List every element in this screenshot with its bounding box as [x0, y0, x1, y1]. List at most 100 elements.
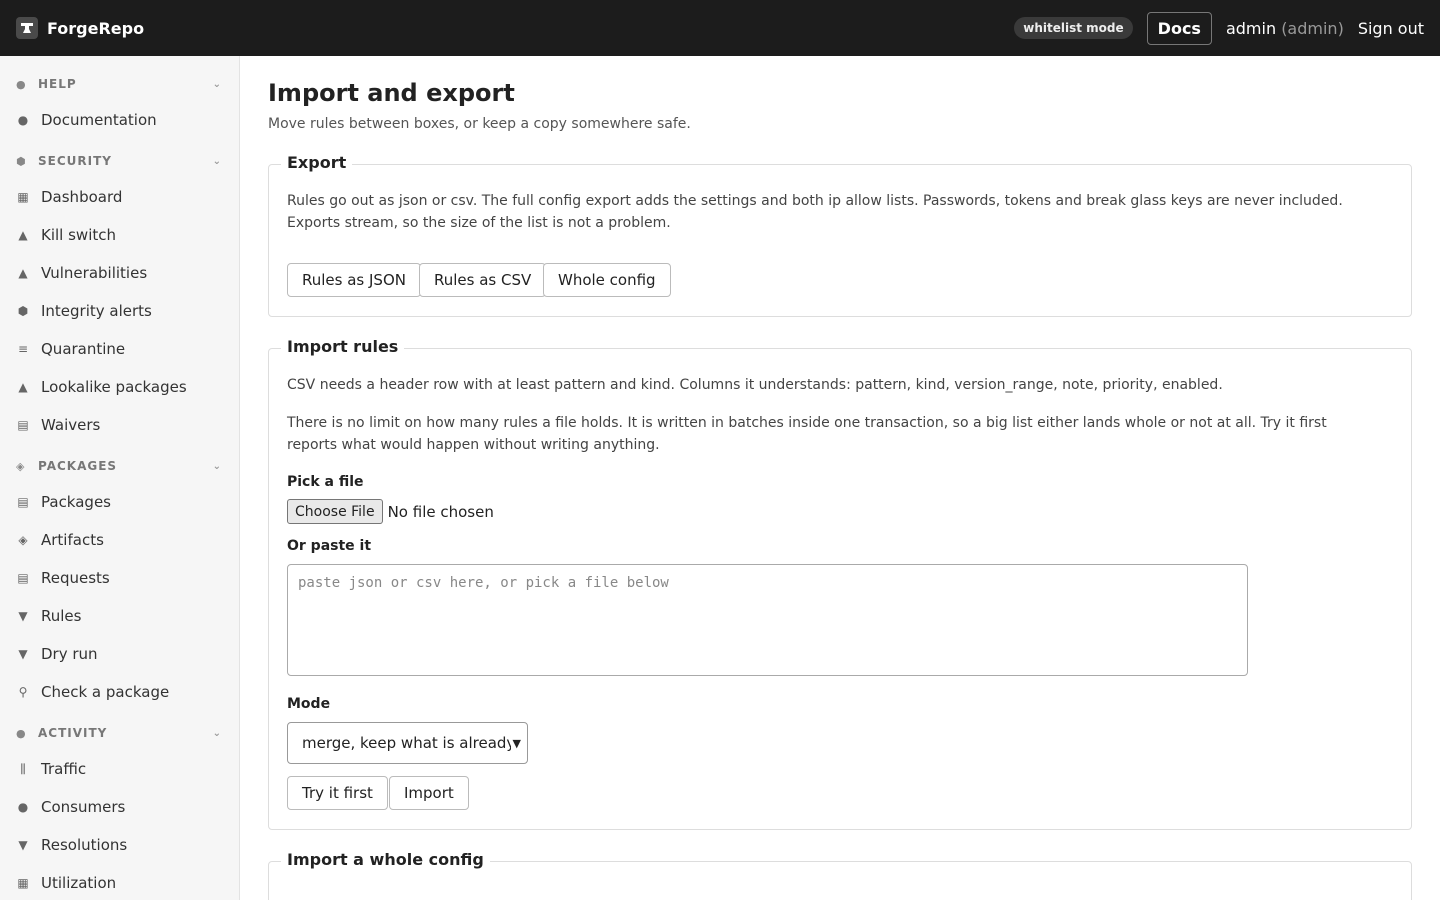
- sidebar-item-integrity-alerts[interactable]: ⬢ Integrity alerts: [16, 298, 224, 324]
- bars-icon: ⫼: [20, 761, 26, 776]
- sidebar-item-label: Packages: [41, 493, 111, 511]
- sidebar-item-packages[interactable]: ▤ Packages: [16, 489, 224, 515]
- warning-icon: ▲: [18, 228, 28, 242]
- app-name: ForgeRepo: [47, 18, 145, 38]
- user-name: admin: [1225, 18, 1277, 38]
- sidebar-item-label: Vulnerabilities: [41, 264, 148, 282]
- sidebar-item-vulnerabilities[interactable]: ▲ Vulnerabilities: [16, 260, 224, 286]
- sidebar-section-help[interactable]: ● HELP ⌄: [16, 74, 224, 94]
- sidebar-item-label: Integrity alerts: [41, 302, 152, 320]
- sidebar-item-label: Utilization: [41, 874, 117, 892]
- limit-note: There is no limit on how many rules a fi…: [287, 415, 1327, 453]
- sidebar-item-label: Lookalike packages: [41, 378, 187, 396]
- sidebar-item-label: Consumers: [41, 798, 126, 816]
- sign-out-link[interactable]: Sign out: [1358, 19, 1424, 38]
- warning-icon: ▲: [18, 266, 28, 280]
- sidebar-item-resolutions[interactable]: ▼ Resolutions: [16, 832, 224, 858]
- sidebar-item-label: Artifacts: [41, 531, 104, 549]
- list-icon: ≡: [17, 342, 29, 356]
- section-label: ACTIVITY: [38, 726, 108, 740]
- info-icon: ●: [16, 726, 27, 740]
- paste-textarea[interactable]: paste json or csv here, or pick a file b…: [287, 564, 1248, 676]
- sidebar-item-dashboard[interactable]: ▦ Dashboard: [16, 184, 224, 210]
- grid-icon: ▦: [17, 876, 29, 890]
- user-role: (admin): [1281, 18, 1344, 38]
- section-legend: Export: [281, 153, 353, 172]
- box-icon: ◈: [16, 459, 26, 473]
- sidebar-item-quarantine[interactable]: ≡ Quarantine: [16, 336, 224, 362]
- section-legend: Import rules: [281, 337, 405, 356]
- sidebar-item-label: Quarantine: [41, 340, 126, 358]
- section-label: PACKAGES: [38, 459, 118, 473]
- filter-icon: ▼: [18, 838, 28, 852]
- sidebar-item-traffic[interactable]: ⫼ Traffic: [16, 756, 224, 782]
- note-icon: ▤: [17, 418, 29, 432]
- try-it-first-button[interactable]: Try it first: [287, 776, 388, 810]
- import-rules-section: Import rules CSV needs a header row with…: [268, 337, 1412, 830]
- page-title: Import and export: [268, 79, 515, 107]
- paste-label: Or paste it: [287, 538, 372, 554]
- shield-icon: ⬢: [16, 154, 27, 168]
- sidebar-item-utilization[interactable]: ▦ Utilization: [16, 870, 224, 896]
- sidebar-item-label: Documentation: [41, 111, 157, 129]
- anvil-icon: [16, 17, 38, 39]
- grid-icon: ▦: [17, 190, 29, 204]
- sidebar-item-check-a-package[interactable]: ⚲ Check a package: [16, 679, 224, 705]
- choose-file-button[interactable]: Choose File: [287, 499, 383, 524]
- user-icon: ●: [17, 800, 29, 814]
- chevron-down-icon: ⌄: [212, 155, 222, 167]
- sidebar-item-label: Check a package: [41, 683, 170, 701]
- box-icon: ◈: [18, 533, 28, 547]
- chevron-down-icon: ▼: [510, 736, 521, 750]
- brand[interactable]: ForgeRepo: [16, 17, 144, 39]
- top-bar: ForgeRepo whitelist mode Docs admin (adm…: [0, 0, 1440, 56]
- archive-icon: ▤: [17, 495, 29, 509]
- filter-icon: ▼: [18, 609, 28, 623]
- sidebar-item-requests[interactable]: ▤ Requests: [16, 565, 224, 591]
- export-rules-json-button[interactable]: Rules as JSON: [287, 263, 421, 297]
- user-info: admin (admin): [1226, 19, 1344, 38]
- mode-badge: whitelist mode: [1014, 17, 1133, 39]
- sidebar-item-label: Dry run: [41, 645, 98, 663]
- sidebar-section-security[interactable]: ⬢ SECURITY ⌄: [16, 151, 224, 171]
- chevron-down-icon: ⌄: [212, 78, 222, 90]
- sidebar-item-rules[interactable]: ▼ Rules: [16, 603, 224, 629]
- sidebar-item-artifacts[interactable]: ◈ Artifacts: [16, 527, 224, 553]
- chevron-down-icon: ⌄: [212, 460, 222, 472]
- file-input[interactable]: Choose File No file chosen: [287, 499, 494, 524]
- docs-button[interactable]: Docs: [1146, 11, 1212, 45]
- import-config-section: Import a whole config: [268, 850, 1412, 900]
- sidebar-item-documentation[interactable]: ● Documentation: [16, 107, 224, 133]
- filter-icon: ▼: [18, 647, 28, 661]
- chevron-down-icon: ⌄: [212, 727, 222, 739]
- mode-value: merge, keep what is already: [302, 734, 516, 752]
- mode-label: Mode: [287, 696, 331, 712]
- sidebar-item-kill-switch[interactable]: ▲ Kill switch: [16, 222, 224, 248]
- section-label: SECURITY: [38, 154, 112, 168]
- section-label: HELP: [38, 77, 77, 91]
- mode-select[interactable]: merge, keep what is already ▼: [287, 722, 528, 764]
- sidebar-item-consumers[interactable]: ● Consumers: [16, 794, 224, 820]
- note-icon: ▤: [17, 571, 29, 585]
- warning-icon: ▲: [18, 380, 28, 394]
- sidebar: ● HELP ⌄ ● Documentation ⬢ SECURITY ⌄ ▦ …: [0, 56, 240, 900]
- sidebar-item-waivers[interactable]: ▤ Waivers: [16, 412, 224, 438]
- sidebar-section-packages[interactable]: ◈ PACKAGES ⌄: [16, 456, 224, 476]
- info-icon: ●: [16, 77, 27, 91]
- sidebar-item-label: Resolutions: [41, 836, 128, 854]
- sidebar-section-activity[interactable]: ● ACTIVITY ⌄: [16, 723, 224, 743]
- export-whole-config-button[interactable]: Whole config: [543, 263, 671, 297]
- sidebar-item-dry-run[interactable]: ▼ Dry run: [16, 641, 224, 667]
- file-status: No file chosen: [387, 502, 494, 521]
- import-button[interactable]: Import: [389, 776, 469, 810]
- sidebar-item-label: Dashboard: [41, 188, 123, 206]
- export-description: Rules go out as json or csv. The full co…: [287, 193, 1343, 231]
- export-section: Export Rules go out as json or csv. The …: [268, 153, 1412, 317]
- sidebar-item-label: Rules: [41, 607, 82, 625]
- csv-note: CSV needs a header row with at least pat…: [287, 377, 1223, 393]
- sidebar-item-lookalike-packages[interactable]: ▲ Lookalike packages: [16, 374, 224, 400]
- info-icon: ●: [17, 113, 29, 127]
- search-icon: ⚲: [18, 685, 28, 699]
- sidebar-item-label: Waivers: [41, 416, 101, 434]
- export-rules-csv-button[interactable]: Rules as CSV: [419, 263, 547, 297]
